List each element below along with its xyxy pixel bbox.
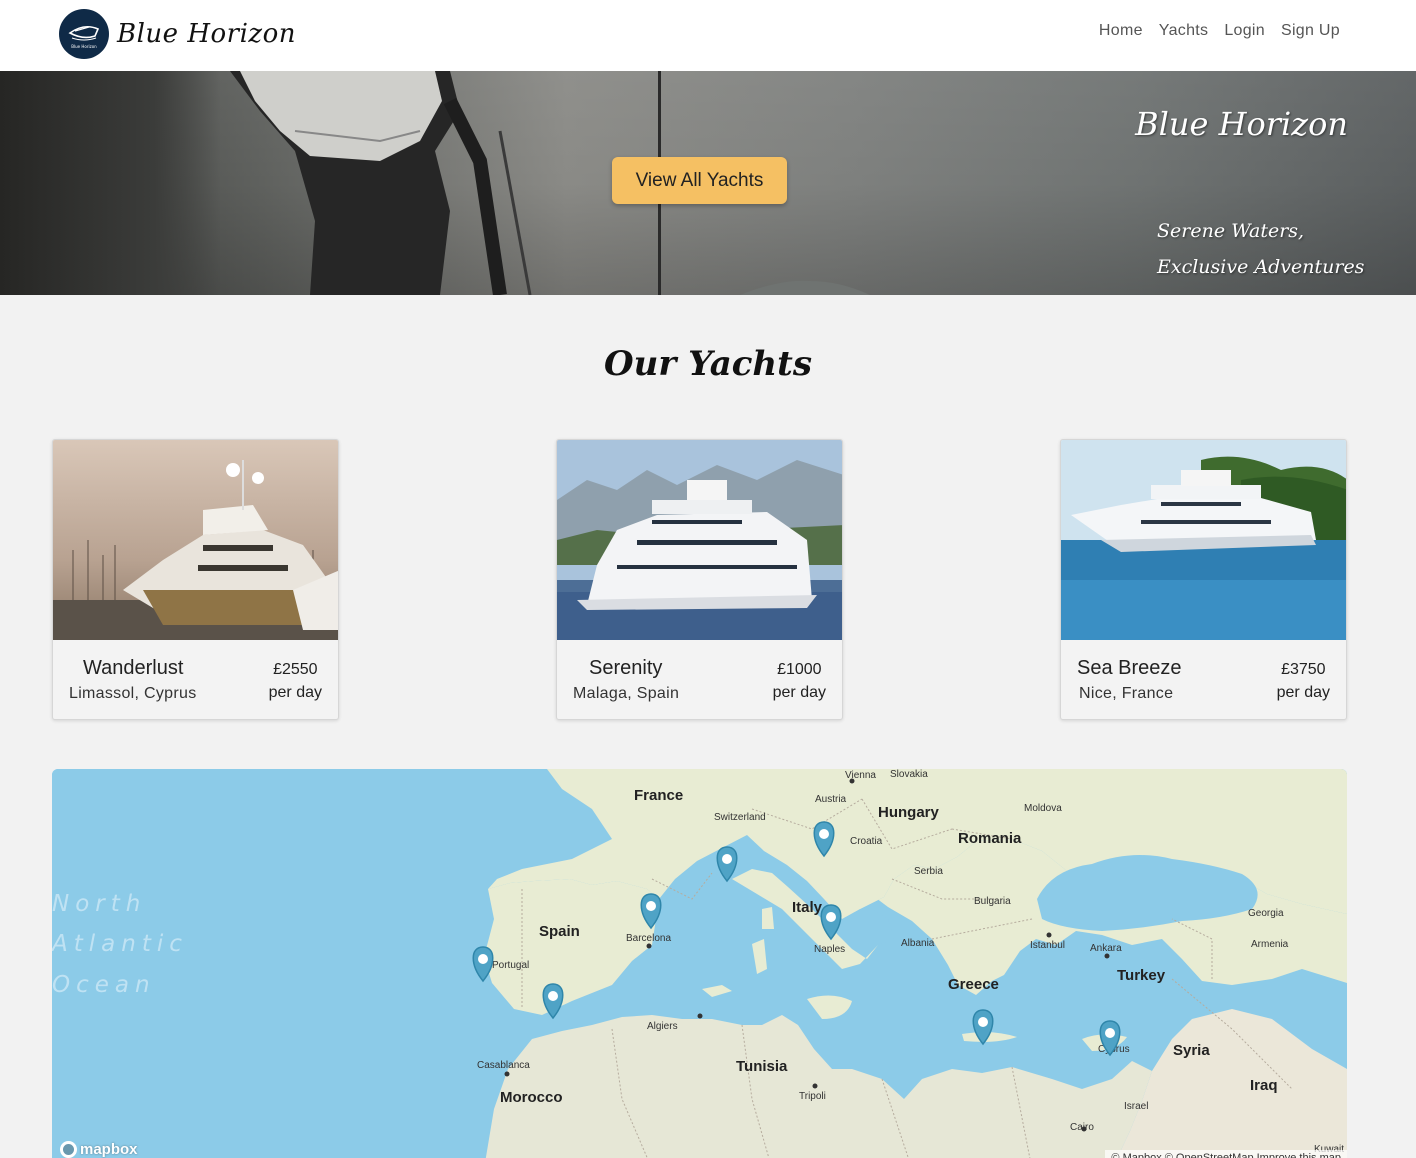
yacht-card[interactable]: Serenity Malaga, Spain £1000 per day bbox=[556, 439, 843, 720]
svg-text:Algiers: Algiers bbox=[647, 1021, 678, 1032]
yacht-name: Wanderlust bbox=[83, 657, 184, 679]
svg-text:Bulgaria: Bulgaria bbox=[974, 896, 1011, 907]
section-title: Our Yachts bbox=[603, 344, 813, 384]
svg-text:Croatia: Croatia bbox=[850, 836, 883, 847]
svg-text:Moldova: Moldova bbox=[1024, 803, 1062, 814]
nav-home-link[interactable]: Home bbox=[1099, 22, 1143, 40]
yacht-card[interactable]: Sea Breeze Nice, France £3750 per day bbox=[1060, 439, 1347, 720]
yacht-location: Limassol, Cyprus bbox=[69, 685, 197, 702]
svg-text:Israel: Israel bbox=[1124, 1101, 1148, 1112]
svg-text:Armenia: Armenia bbox=[1251, 939, 1289, 950]
hero-person-image bbox=[230, 71, 532, 295]
svg-text:Iraq: Iraq bbox=[1250, 1077, 1278, 1094]
svg-text:Austria: Austria bbox=[815, 794, 847, 805]
svg-text:Georgia: Georgia bbox=[1248, 908, 1284, 919]
navbar: Blue Horizon Blue Horizon Home Yachts Lo… bbox=[0, 0, 1416, 71]
svg-text:Blue Horizon: Blue Horizon bbox=[71, 44, 97, 49]
hero-sail-shadow bbox=[0, 71, 220, 295]
nav-links: Home Yachts Login Sign Up bbox=[1099, 22, 1340, 40]
brand-logo-icon: Blue Horizon bbox=[59, 9, 109, 59]
svg-text:Istanbul: Istanbul bbox=[1030, 940, 1065, 951]
svg-text:Ocean: Ocean bbox=[52, 972, 156, 998]
svg-text:Spain: Spain bbox=[539, 923, 580, 940]
view-all-yachts-button[interactable]: View All Yachts bbox=[612, 157, 787, 204]
yacht-price: £3750 per day bbox=[1276, 661, 1330, 701]
svg-text:Syria: Syria bbox=[1173, 1042, 1210, 1059]
yacht-card[interactable]: Wanderlust Limassol, Cyprus £2550 per da… bbox=[52, 439, 339, 720]
svg-text:Tunisia: Tunisia bbox=[736, 1058, 788, 1075]
mapbox-logo-icon bbox=[60, 1141, 77, 1158]
yacht-price: £1000 per day bbox=[772, 661, 826, 701]
nav-login-link[interactable]: Login bbox=[1224, 22, 1265, 40]
svg-text:Italy: Italy bbox=[792, 899, 823, 916]
svg-text:France: France bbox=[634, 787, 683, 804]
svg-text:Slovakia: Slovakia bbox=[890, 769, 928, 780]
yacht-photo-wanderlust bbox=[53, 440, 338, 640]
yacht-location: Malaga, Spain bbox=[573, 685, 680, 702]
svg-text:Greece: Greece bbox=[948, 976, 999, 993]
hero-tagline: Serene Waters, Exclusive Adventures bbox=[1157, 220, 1365, 278]
svg-text:Barcelona: Barcelona bbox=[626, 933, 671, 944]
map-attribution[interactable]: © Mapbox © OpenStreetMap Improve this ma… bbox=[1105, 1150, 1347, 1158]
nav-yachts-link[interactable]: Yachts bbox=[1159, 22, 1209, 40]
svg-text:Romania: Romania bbox=[958, 830, 1022, 847]
yacht-location: Nice, France bbox=[1079, 685, 1174, 702]
svg-text:Tripoli: Tripoli bbox=[799, 1091, 826, 1102]
svg-text:Albania: Albania bbox=[901, 938, 935, 949]
svg-text:Cairo: Cairo bbox=[1070, 1122, 1094, 1133]
svg-text:Serbia: Serbia bbox=[914, 866, 943, 877]
svg-text:Ankara: Ankara bbox=[1090, 943, 1122, 954]
hero-banner: View All Yachts Blue Horizon Serene Wate… bbox=[0, 71, 1416, 295]
svg-text:Atlantic: Atlantic bbox=[52, 931, 188, 957]
svg-text:Casablanca: Casablanca bbox=[477, 1060, 530, 1071]
svg-text:Switzerland: Switzerland bbox=[714, 812, 766, 823]
map-canvas[interactable]: North Atlantic Ocean France Hungary Roma… bbox=[52, 769, 1347, 1158]
svg-text:Naples: Naples bbox=[814, 944, 845, 955]
yacht-photo-sea-breeze bbox=[1061, 440, 1346, 640]
svg-text:North: North bbox=[52, 891, 146, 917]
svg-text:Portugal: Portugal bbox=[492, 960, 529, 971]
svg-text:Turkey: Turkey bbox=[1117, 967, 1166, 984]
yacht-locations-map[interactable]: North Atlantic Ocean France Hungary Roma… bbox=[52, 769, 1347, 1158]
hero-title: Blue Horizon bbox=[1135, 105, 1348, 143]
yacht-photo-serenity bbox=[557, 440, 842, 640]
yacht-name: Sea Breeze bbox=[1077, 657, 1182, 679]
svg-text:Hungary: Hungary bbox=[878, 804, 940, 821]
mapbox-logo[interactable]: mapbox bbox=[60, 1141, 138, 1158]
yacht-price: £2550 per day bbox=[268, 661, 322, 701]
nav-signup-link[interactable]: Sign Up bbox=[1281, 22, 1340, 40]
svg-text:Morocco: Morocco bbox=[500, 1089, 563, 1106]
yacht-name: Serenity bbox=[589, 657, 663, 679]
brand-name: Blue Horizon bbox=[117, 19, 296, 49]
brand[interactable]: Blue Horizon Blue Horizon bbox=[59, 8, 296, 60]
svg-text:Vienna: Vienna bbox=[845, 770, 876, 781]
